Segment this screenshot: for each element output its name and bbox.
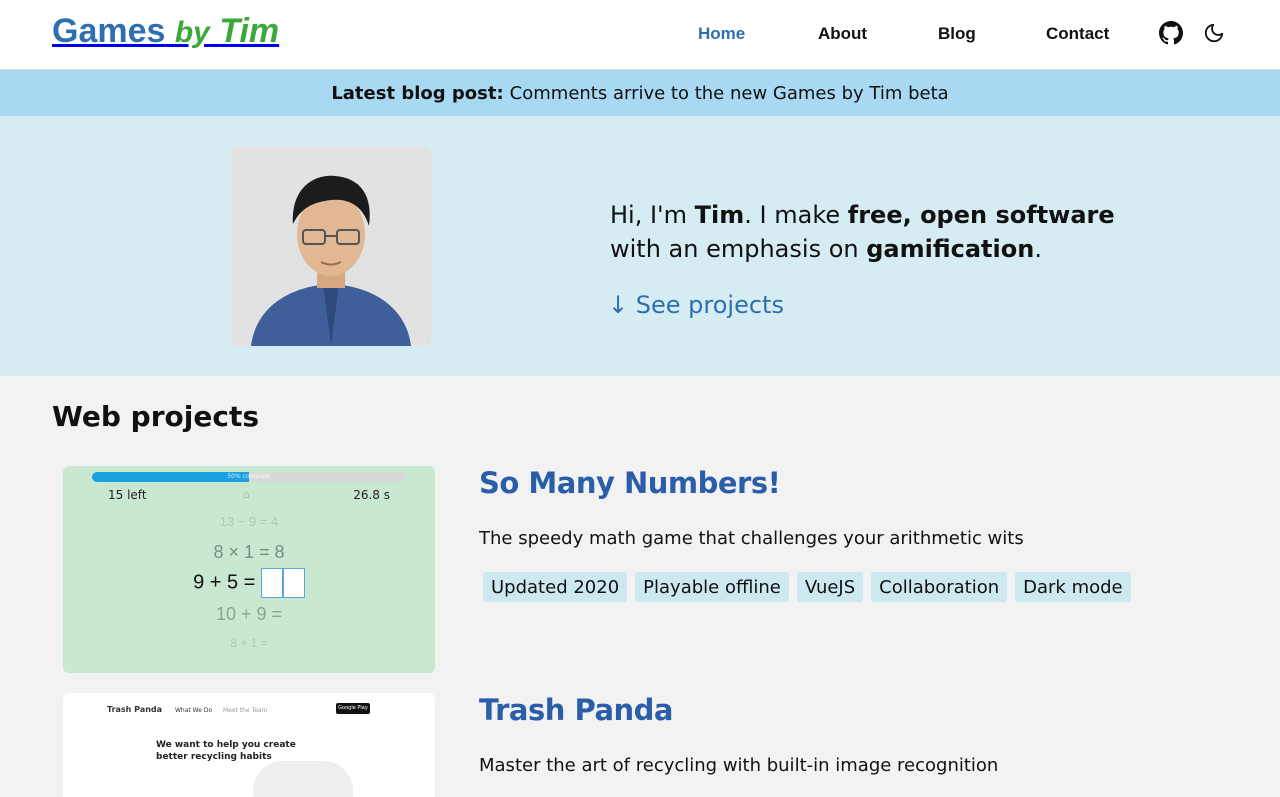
equation-previous-1: 8 × 1 = 8 (213, 542, 285, 562)
github-icon[interactable] (1158, 20, 1184, 46)
down-arrow-icon: ↓ (608, 291, 629, 319)
see-projects-label: See projects (635, 291, 784, 319)
intro-part: Hi, I'm (610, 201, 695, 229)
logo-word-games: Games (52, 12, 166, 50)
tag: Collaboration (871, 572, 1008, 602)
site-header: Games by Tim Home About Blog Contact (0, 0, 1280, 70)
tp-nav-item: Meet the Team (223, 707, 268, 714)
dark-mode-moon-icon[interactable] (1201, 20, 1227, 46)
latest-post-link[interactable]: Comments arrive to the new Games by Tim … (510, 83, 949, 104)
intro-emphasis: gamification (866, 235, 1035, 263)
equation-previous-2: 13 − 9 = 4 (219, 514, 279, 529)
intro-name: Tim (694, 201, 745, 229)
nav-item-contact[interactable]: Contact (1046, 24, 1109, 44)
site-logo[interactable]: Games by Tim (52, 12, 279, 51)
project-tags: Updated 2020 Playable offline VueJS Coll… (483, 572, 1131, 602)
hero-section: Hi, I'm Tim. I make free, open software … (0, 116, 1280, 376)
tp-nav-item: What We Do (175, 707, 213, 714)
see-projects-link[interactable]: ↓ See projects (608, 291, 784, 319)
tag: Updated 2020 (483, 572, 628, 602)
intro-part: with an emphasis on (610, 235, 867, 263)
project-title[interactable]: Trash Panda (479, 693, 674, 727)
equation-current-text: 9 + 5 = (193, 571, 256, 594)
answer-box (260, 568, 283, 598)
decorative-shape (253, 761, 353, 797)
tag: VueJS (796, 572, 864, 602)
logo-word-tim: Tim (219, 12, 280, 50)
game-timer: 26.8 s (353, 488, 390, 502)
equation-next-2: 8 + 1 = (230, 636, 268, 650)
project-title[interactable]: So Many Numbers! (479, 466, 781, 500)
tag: Playable offline (635, 572, 789, 602)
home-icon: ⌂ (243, 488, 250, 501)
banner-label: Latest blog post: (331, 82, 504, 104)
intro-emphasis: free, open software (847, 201, 1115, 229)
project-thumbnail-trash-panda[interactable]: Trash Panda What We Do Meet the Team Goo… (63, 693, 435, 797)
project-thumbnail-so-many-numbers[interactable]: 50% complete 15 left ⌂ 26.8 s 13 − 9 = 4… (63, 466, 435, 673)
project-description: The speedy math game that challenges you… (479, 528, 1024, 549)
game-progress-label: 50% complete (227, 473, 271, 480)
google-play-badge: Google Play (336, 703, 370, 714)
tp-brand: Trash Panda (107, 705, 163, 714)
answer-box (282, 568, 305, 598)
project-description: Master the art of recycling with built-i… (479, 755, 999, 776)
intro-text: Hi, I'm Tim. I make free, open software … (610, 198, 1170, 266)
tp-headline: We want to help you create better recycl… (156, 740, 296, 762)
intro-part: . I make (744, 201, 848, 229)
latest-post-banner: Latest blog post: Comments arrive to the… (0, 70, 1280, 116)
equation-current: 9 + 5 = (63, 568, 435, 598)
nav-item-about[interactable]: About (818, 24, 867, 44)
game-progress-bar: 50% complete (92, 472, 406, 482)
equation-next-1: 10 + 9 = (215, 604, 283, 624)
nav-item-blog[interactable]: Blog (938, 24, 976, 44)
avatar-photo (231, 146, 431, 346)
section-title: Web projects (52, 400, 259, 433)
logo-word-by: by (174, 16, 210, 49)
tag: Dark mode (1015, 572, 1131, 602)
game-remaining-count: 15 left (108, 488, 147, 502)
nav-item-home[interactable]: Home (698, 24, 745, 44)
intro-part: . (1034, 235, 1042, 263)
